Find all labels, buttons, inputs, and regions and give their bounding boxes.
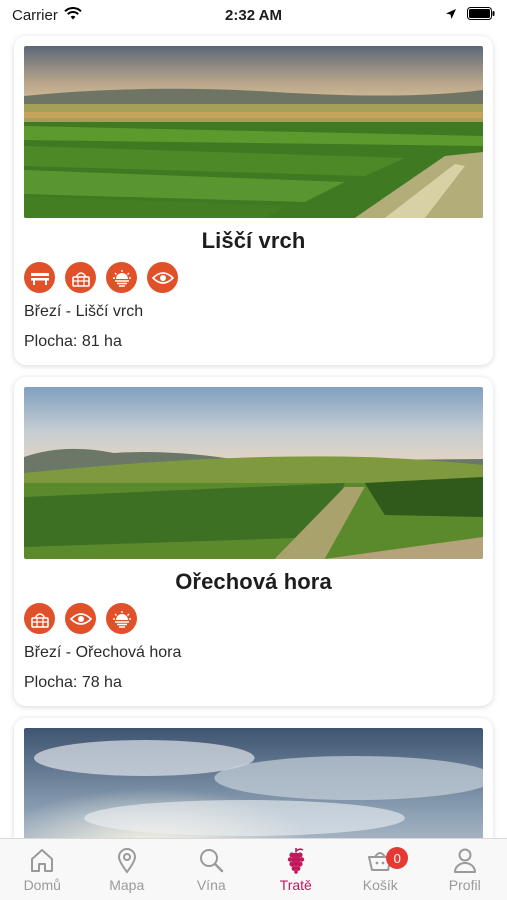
vineyard-location: Březí - Liščí vrch (24, 303, 144, 320)
sunset-icon (106, 262, 137, 293)
feature-icons (24, 603, 483, 634)
bench-icon (24, 262, 55, 293)
vineyard-title: Ořechová hora (175, 569, 332, 594)
picnic-basket-icon (65, 262, 96, 293)
tab-wines[interactable]: Vína (169, 839, 254, 900)
wifi-icon (64, 6, 82, 24)
tab-map[interactable]: Mapa (85, 839, 170, 900)
eye-icon (147, 262, 178, 293)
grapes-icon (281, 845, 311, 875)
location-arrow-icon (445, 7, 457, 24)
picnic-basket-icon (24, 603, 55, 634)
profile-icon (450, 845, 480, 875)
vineyard-photo (24, 387, 483, 559)
tab-label: Profil (448, 877, 481, 893)
battery-icon (467, 6, 495, 24)
tab-home[interactable]: Domů (0, 839, 85, 900)
tab-label: Domů (23, 877, 61, 893)
vineyard-card[interactable]: Ořechová hora Březí - Ořechová hora Ploc… (14, 377, 493, 706)
tab-label: Košík (362, 877, 398, 893)
search-icon (196, 845, 226, 875)
tab-vineyards[interactable]: Tratě (254, 839, 339, 900)
vineyard-area: Plocha: 81 ha (24, 333, 122, 350)
vineyard-card[interactable]: Liščí vrch Březí - Liščí vrch Plocha: 81… (14, 36, 493, 365)
sunset-icon (106, 603, 137, 634)
vineyard-photo (24, 46, 483, 218)
basket-count-badge: 0 (386, 847, 409, 869)
tab-label: Mapa (109, 877, 145, 893)
eye-icon (65, 603, 96, 634)
tab-label: Tratě (279, 877, 312, 893)
tab-label: Vína (196, 877, 226, 893)
tab-profile[interactable]: Profil (423, 839, 507, 900)
vineyard-area: Plocha: 78 ha (24, 674, 122, 691)
vineyard-title: Liščí vrch (201, 228, 306, 253)
tab-bar: Domů Mapa Vína Tratě 0 Košík Profil (0, 838, 507, 900)
vineyard-photo (24, 728, 483, 838)
vineyard-list[interactable]: Liščí vrch Březí - Liščí vrch Plocha: 81… (0, 30, 507, 838)
home-icon (27, 845, 57, 875)
tab-basket[interactable]: 0 Košík (338, 839, 423, 900)
carrier-label: Carrier (12, 6, 58, 24)
vineyard-card[interactable] (14, 718, 493, 838)
status-bar: Carrier 2:32 AM (0, 0, 507, 30)
map-pin-icon (112, 845, 142, 875)
vineyard-location: Březí - Ořechová hora (24, 644, 182, 661)
feature-icons (24, 262, 483, 293)
